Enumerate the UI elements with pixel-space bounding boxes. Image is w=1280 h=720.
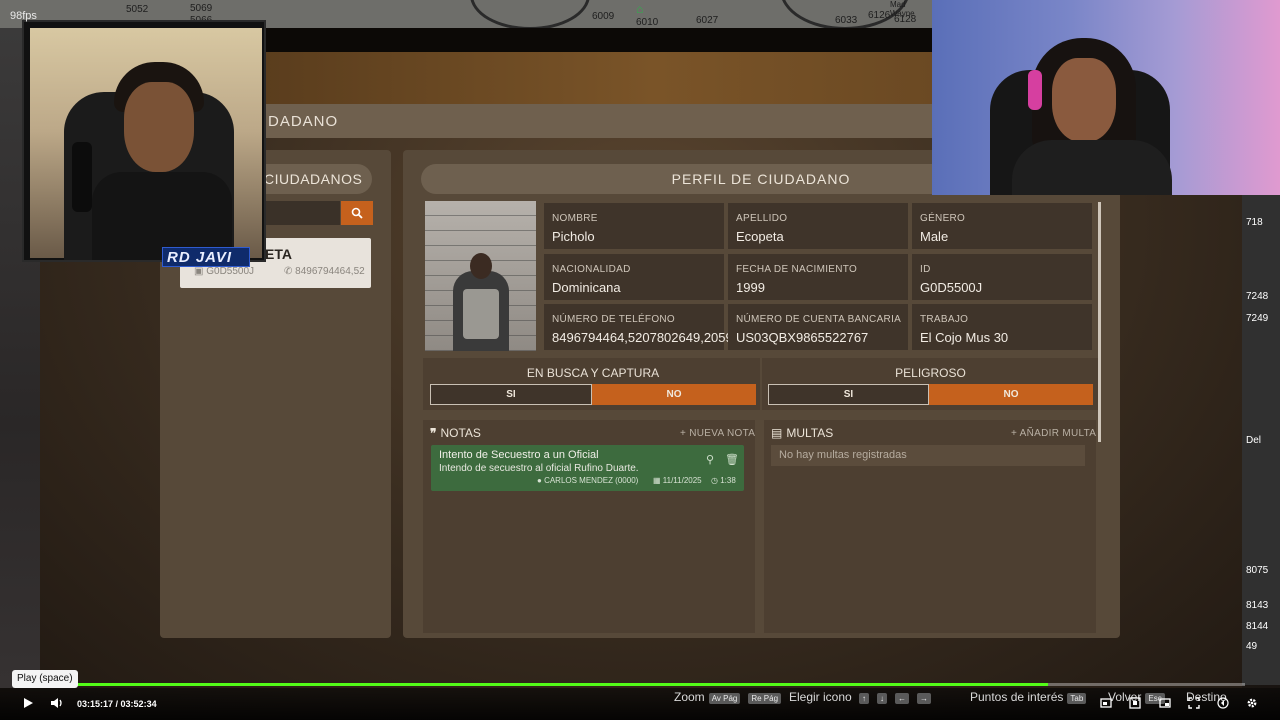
dangerous-yes-button[interactable]: SI: [768, 384, 929, 405]
user-icon: ●: [537, 476, 545, 485]
wanted-title: EN BUSCA Y CAPTURA: [526, 366, 660, 380]
field-genero: GÉNERO Male: [912, 203, 1092, 249]
webcam-name-badge: RD JAVI: [162, 247, 250, 267]
stream-screen: 5052 5069 5066 6009 6010 6027 6033 6126 …: [0, 0, 1280, 720]
map-label: Mad Wayne: [890, 0, 915, 18]
field-telefono: NÚMERO DE TELÉFONO 8496794464,5207802649,…: [544, 304, 728, 350]
map-marker-icon: ⌂: [636, 2, 644, 16]
app-topbar: [262, 28, 932, 52]
calendar-icon: ▦: [653, 476, 663, 485]
notes-title: NOTAS: [440, 426, 481, 440]
map-label: 6126: [868, 10, 891, 21]
note-item[interactable]: Intento de Secuestro a un Oficial Intend…: [431, 445, 744, 491]
citizen-result-name: ETA: [265, 246, 292, 262]
plus-icon: +: [1011, 428, 1018, 439]
arrow-left-icon: ←: [895, 693, 910, 704]
volume-button[interactable]: [48, 696, 66, 714]
video-progress-bar[interactable]: [15, 683, 1245, 686]
video-progress-fill: [15, 683, 1049, 686]
citizen-result-id: ▣ G0D5500J: [194, 266, 255, 277]
map-label: 6010: [636, 17, 659, 28]
new-note-button[interactable]: + NUEVA NOTA: [680, 428, 755, 439]
hud-poi-hint: Puntos de interés Tab: [970, 690, 1090, 704]
field-nacionalidad: NACIONALIDAD Dominicana: [544, 254, 724, 300]
fines-empty-state: No hay multas registradas: [771, 445, 1085, 466]
map-label: 6009: [592, 11, 615, 22]
volume-icon: [51, 698, 62, 708]
play-icon: [24, 698, 33, 708]
field-nombre: NOMBRE Picholo: [544, 203, 724, 249]
streamer-webcam-left: [22, 20, 266, 262]
search-button[interactable]: [341, 201, 373, 225]
arrow-up-icon: ↑: [859, 693, 870, 704]
mugshot-photo: [425, 201, 536, 351]
fullscreen-icon: [1188, 697, 1200, 709]
dangerous-no-button[interactable]: NO: [929, 384, 1093, 405]
video-timecode: 03:15:17 / 03:52:34: [77, 699, 157, 709]
arrow-down-icon: ↓: [877, 693, 888, 704]
id-card-icon: ▣: [194, 266, 207, 277]
note-author: ● CARLOS MENDEZ (0000): [537, 476, 639, 485]
wanted-yes-button[interactable]: SI: [430, 384, 592, 405]
fines-title: MULTAS: [786, 426, 834, 440]
clip-button[interactable]: [1126, 696, 1144, 714]
note-title: Intento de Secuestro a un Oficial: [439, 449, 599, 461]
play-button[interactable]: [19, 696, 37, 714]
map-label: 6027: [696, 15, 719, 26]
fines-header: ▤ MULTAS: [771, 426, 833, 440]
clock-icon: ◷: [711, 476, 721, 485]
quote-icon: ❞: [430, 426, 437, 440]
citizen-search-input[interactable]: [262, 201, 340, 225]
map-label: 6033: [835, 15, 858, 26]
theater-mode-button[interactable]: [1097, 696, 1115, 714]
note-description: Intendo de secuestro al oficial Rufino D…: [439, 463, 639, 474]
field-apellido: APELLIDO Ecopeta: [728, 203, 908, 249]
search-icon: [351, 207, 363, 219]
pip-button[interactable]: [1156, 696, 1174, 714]
play-tooltip: Play (space): [12, 670, 78, 688]
notes-header: ❞ NOTAS: [430, 426, 481, 440]
section-title: DADANO: [268, 113, 339, 130]
theater-icon: [1100, 698, 1112, 708]
clip-icon: [1129, 697, 1141, 709]
field-fecha-nacimiento: FECHA DE NACIMIENTO 1999: [728, 254, 908, 300]
field-cuenta-bancaria: NÚMERO DE CUENTA BANCARIA US03QBX98655227…: [728, 304, 908, 350]
plus-icon: +: [680, 428, 687, 439]
fps-counter: 98fps: [10, 10, 37, 22]
field-id: ID G0D5500J: [912, 254, 1092, 300]
dangerous-title: PELIGROSO: [895, 366, 966, 380]
fullscreen-button[interactable]: [1185, 696, 1203, 714]
wanted-no-button[interactable]: NO: [592, 384, 756, 405]
streamer-webcam-right: [932, 0, 1280, 195]
note-time: ◷ 1:38: [711, 476, 736, 485]
citizen-result-phone: ✆ 8496794464,52: [284, 266, 365, 277]
hud-icon-hint: Elegir icono ↑ ↓ ← →: [789, 690, 935, 704]
field-trabajo: TRABAJO El Cojo Mus 30: [912, 304, 1092, 350]
pin-icon[interactable]: ⚲: [704, 453, 716, 466]
rewind-button[interactable]: [1214, 696, 1232, 714]
map-label: 5069: [190, 3, 213, 14]
phone-icon: ✆: [284, 266, 296, 277]
settings-button[interactable]: [1243, 696, 1261, 714]
rewind-icon: [1217, 697, 1229, 709]
arrow-right-icon: →: [917, 693, 932, 704]
note-date: ▦ 11/11/2025: [653, 476, 702, 485]
hud-zoom-hint: Zoom Av Pág Re Pág: [674, 690, 785, 704]
gear-icon: [1247, 698, 1257, 708]
game-background-right: 718 7248 7249 Del 8075 8143 8144 49: [1242, 195, 1280, 685]
citizens-title: CIUDADANOS: [264, 171, 363, 187]
receipt-icon: ▤: [771, 426, 783, 440]
map-label: 5052: [126, 4, 149, 15]
trash-icon[interactable]: 🗑: [725, 453, 739, 466]
profile-scrollbar[interactable]: [1098, 202, 1101, 442]
add-fine-button[interactable]: + AÑADIR MULTA: [1011, 428, 1096, 439]
pip-icon: [1159, 698, 1171, 708]
